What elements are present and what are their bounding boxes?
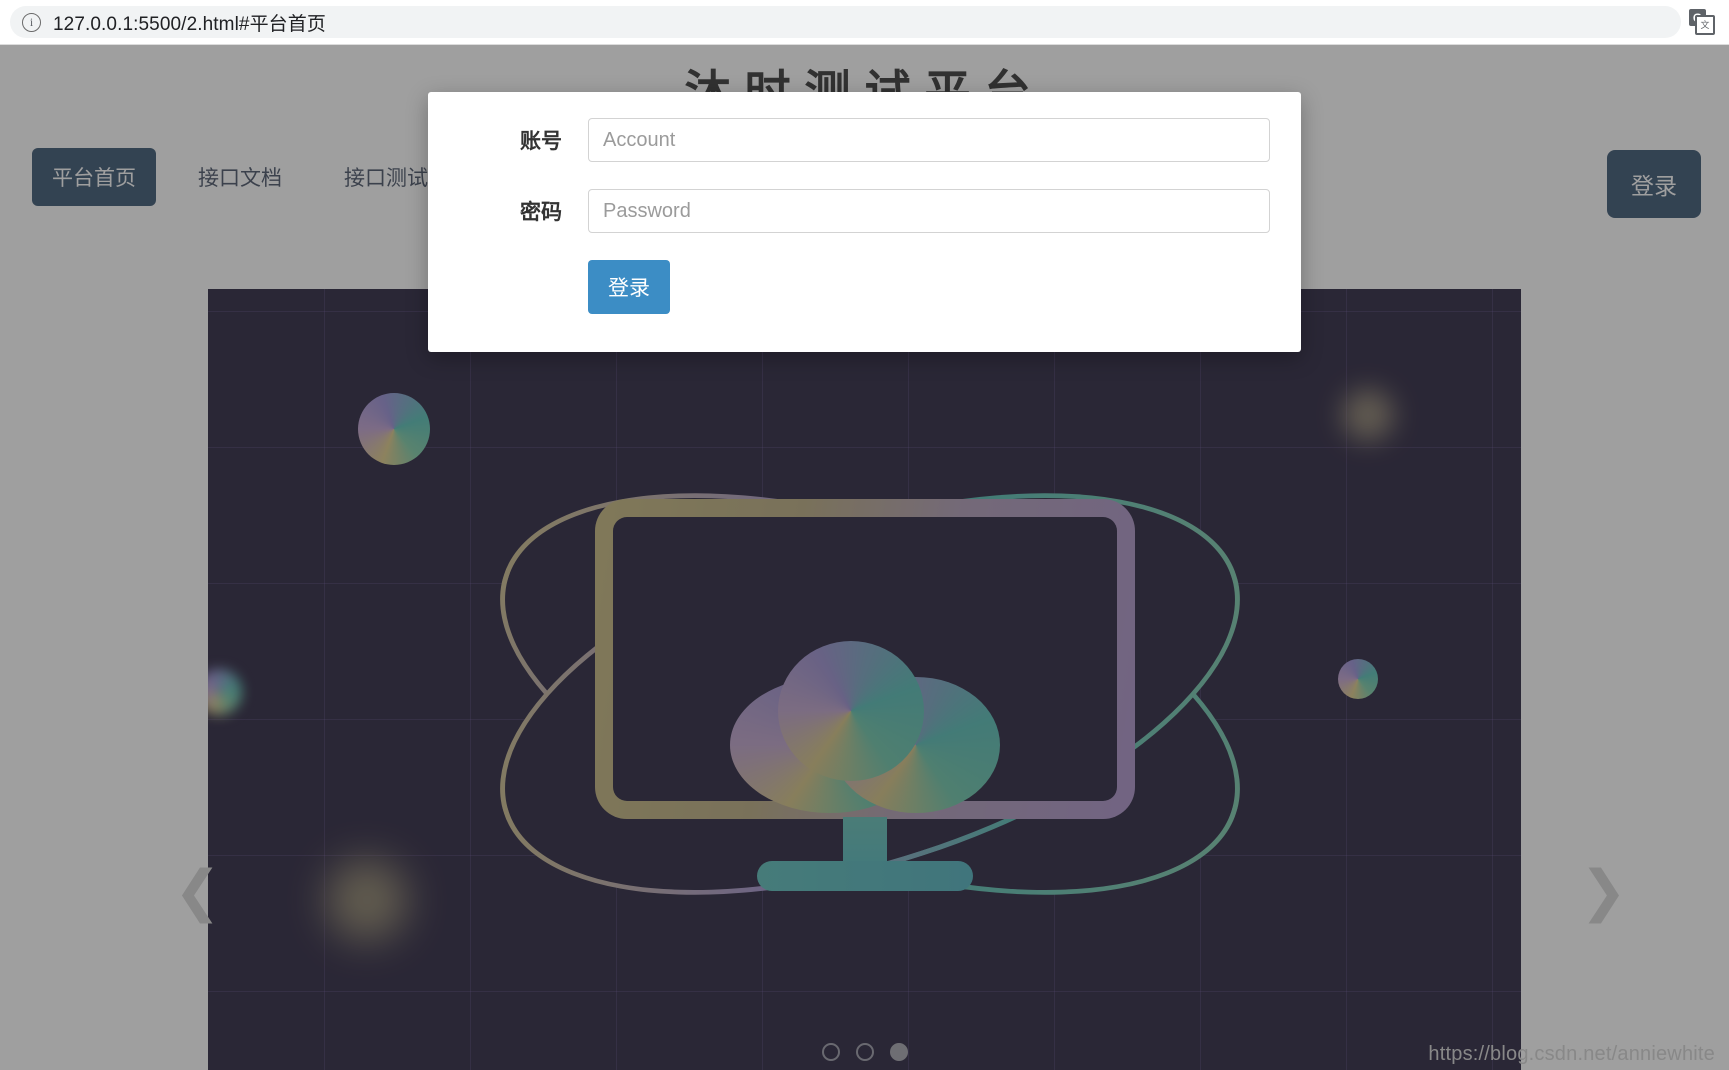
- password-input[interactable]: [588, 189, 1270, 233]
- account-input[interactable]: [588, 118, 1270, 162]
- browser-window: i 127.0.0.1:5500/2.html#平台首页 G 文 沐时测试平台 …: [0, 0, 1729, 1070]
- account-label: 账号: [520, 129, 562, 153]
- password-row: 密码: [428, 189, 1301, 233]
- info-circle-icon[interactable]: i: [22, 12, 41, 32]
- modal-login-button[interactable]: 登录: [588, 260, 670, 314]
- submit-row: 登录: [428, 260, 1301, 314]
- address-bar[interactable]: i 127.0.0.1:5500/2.html#平台首页: [10, 6, 1681, 38]
- account-row: 账号: [428, 118, 1301, 162]
- url-text: 127.0.0.1:5500/2.html#平台首页: [53, 13, 326, 35]
- password-label: 密码: [520, 200, 562, 224]
- browser-toolbar: i 127.0.0.1:5500/2.html#平台首页 G 文: [0, 0, 1729, 45]
- login-modal: 账号 密码 登录: [428, 92, 1301, 352]
- translate-icon-cjk: 文: [1695, 15, 1715, 35]
- translate-icon[interactable]: G 文: [1689, 9, 1715, 35]
